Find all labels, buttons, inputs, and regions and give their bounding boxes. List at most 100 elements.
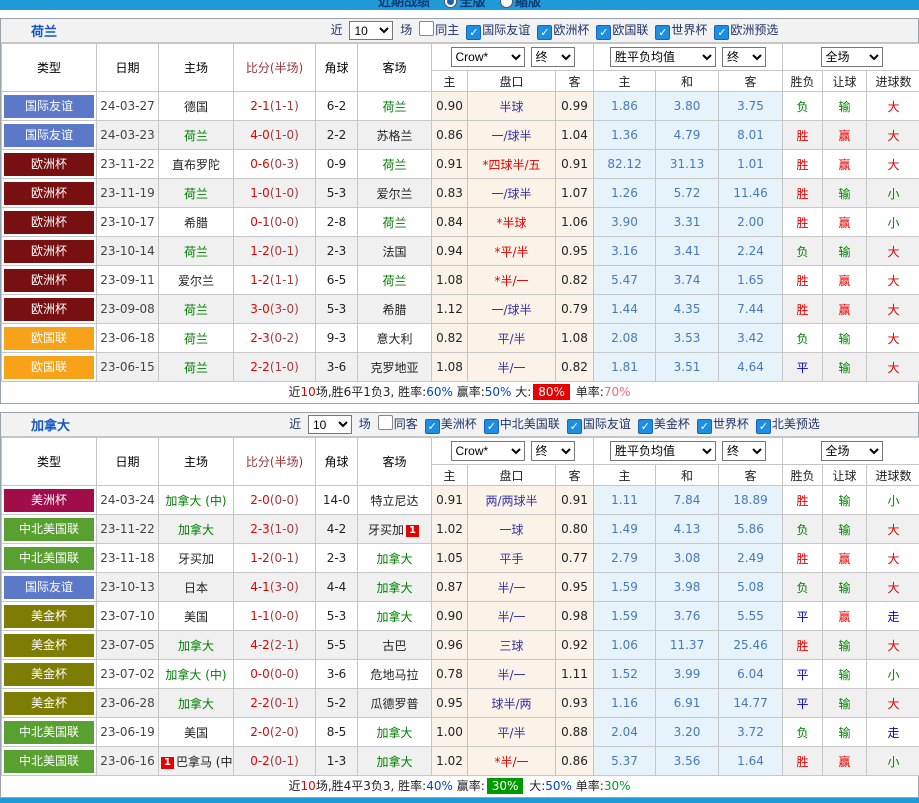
compact-version-radio[interactable] — [500, 0, 513, 8]
cell-away-odds: 1.07 — [556, 179, 594, 208]
cell-competition: 欧国联 — [2, 353, 97, 382]
cell-home-odds: 0.86 — [432, 121, 468, 150]
cell-home-team: 荷兰 — [159, 324, 234, 353]
recent-count-select[interactable]: 10 — [349, 21, 393, 40]
cell-avg-away: 6.04 — [719, 660, 783, 689]
cell-handicap-result: 赢 — [823, 602, 867, 631]
same-venue-checkbox[interactable] — [419, 21, 434, 36]
scope-select[interactable]: 全场 — [821, 441, 883, 461]
cell-avg-home: 3.16 — [594, 237, 656, 266]
team-label: 加拿大 — [178, 639, 214, 653]
sub-handicap-result: 让球 — [823, 465, 867, 486]
team-label: 加拿大 (中) — [165, 668, 226, 682]
cell-away-team: 加拿大 — [358, 602, 432, 631]
cell-date: 24-03-27 — [97, 92, 159, 121]
cell-avg-away: 2.00 — [719, 208, 783, 237]
col-type: 类型 — [2, 438, 97, 486]
summary-part: 50% — [485, 385, 512, 399]
odds-time-select[interactable]: 终 — [531, 47, 575, 67]
cell-competition: 美金杯 — [2, 660, 97, 689]
avg-group-header: 胜平负均值终 — [594, 438, 783, 465]
team-label: 特立尼达 — [370, 494, 418, 508]
section-header: 荷兰近 10 场同主✓国际友谊✓欧洲杯✓欧国联✓世界杯✓欧洲预选 — [1, 19, 918, 43]
competition-checkbox[interactable]: ✓ — [596, 25, 611, 40]
bookmaker-select[interactable]: Crow* — [451, 47, 525, 67]
result-label: 胜 — [797, 552, 809, 566]
competition-checkbox[interactable]: ✓ — [567, 419, 582, 434]
competition-checkbox[interactable]: ✓ — [697, 419, 712, 434]
avg-time-select[interactable]: 终 — [722, 47, 766, 67]
competition-checkbox[interactable]: ✓ — [655, 25, 670, 40]
cell-handicap: 半/一 — [468, 353, 556, 382]
match-row: 国际友谊24-03-27德国2-1(1-1)6-2荷兰0.90半球0.991.8… — [2, 92, 919, 121]
competition-badge: 欧洲杯 — [4, 211, 94, 234]
match-row: 欧洲杯23-09-08荷兰3-0(3-0)5-3希腊1.12一/球半0.791.… — [2, 295, 919, 324]
cell-result: 平 — [783, 660, 823, 689]
near-label: 近 — [289, 417, 305, 431]
cell-competition: 欧洲杯 — [2, 237, 97, 266]
competition-checkbox[interactable]: ✓ — [466, 25, 481, 40]
cell-away-team: 荷兰 — [358, 92, 432, 121]
cell-score: 1-0(1-0) — [234, 179, 316, 208]
sub-avg-draw: 和 — [656, 465, 719, 486]
summary-part: 60% — [426, 385, 453, 399]
match-row: 美金杯23-07-10美国1-1(0-0)5-3加拿大0.90半/一0.981.… — [2, 602, 919, 631]
cell-result: 平 — [783, 353, 823, 382]
odds-time-select[interactable]: 终 — [531, 441, 575, 461]
cell-away-team: 牙买加1 — [358, 515, 432, 544]
competition-checkbox[interactable]: ✓ — [714, 25, 729, 40]
cell-avg-draw: 3.74 — [656, 266, 719, 295]
matches-table: 类型日期主场比分(半场)角球客场Crow*终胜平负均值终全场主盘口客主和客胜负让… — [1, 437, 919, 776]
competition-badge: 美金杯 — [4, 634, 94, 657]
cell-avg-home: 1.86 — [594, 92, 656, 121]
competition-checkbox[interactable]: ✓ — [537, 25, 552, 40]
recent-count-select[interactable]: 10 — [308, 415, 352, 434]
result-label: 胜 — [797, 216, 809, 230]
cell-handicap: 平手 — [468, 544, 556, 573]
cell-corner: 2-2 — [316, 121, 358, 150]
cell-away-odds: 0.82 — [556, 266, 594, 295]
cell-result: 平 — [783, 602, 823, 631]
team-label: 荷兰 — [382, 158, 406, 172]
cell-avg-away: 1.01 — [719, 150, 783, 179]
cell-avg-away: 7.44 — [719, 295, 783, 324]
cell-home-odds: 0.83 — [432, 179, 468, 208]
summary-part: 30% — [487, 778, 524, 794]
team-label: 加拿大 (中) — [165, 494, 226, 508]
competition-checkbox[interactable]: ✓ — [484, 419, 499, 434]
cell-result: 胜 — [783, 544, 823, 573]
cell-date: 23-11-22 — [97, 515, 159, 544]
competition-badge: 国际友谊 — [4, 124, 94, 147]
avg-time-select[interactable]: 终 — [722, 441, 766, 461]
competition-checkbox[interactable]: ✓ — [756, 419, 771, 434]
bookmaker-select[interactable]: Crow* — [451, 441, 525, 461]
competition-checkbox[interactable]: ✓ — [425, 419, 440, 434]
avg-select[interactable]: 胜平负均值 — [610, 47, 716, 67]
cell-home-odds: 1.00 — [432, 718, 468, 747]
cell-corner: 5-5 — [316, 631, 358, 660]
match-row: 国际友谊23-10-13日本4-1(3-0)4-4加拿大0.87半/一0.951… — [2, 573, 919, 602]
match-row: 欧洲杯23-11-19荷兰1-0(1-0)5-3爱尔兰0.83一/球半1.071… — [2, 179, 919, 208]
fulltime-score: 1-2 — [250, 273, 270, 287]
result-label: 负 — [797, 523, 809, 537]
col-home: 主场 — [159, 44, 234, 92]
cell-competition: 欧国联 — [2, 324, 97, 353]
summary-part: 赢率: — [453, 779, 485, 793]
sub-handicap: 盘口 — [468, 465, 556, 486]
full-version-radio[interactable] — [444, 0, 457, 8]
top-toolbar: 近期战绩 全版 缩版 — [0, 0, 919, 10]
avg-select[interactable]: 胜平负均值 — [610, 441, 716, 461]
same-venue-checkbox[interactable] — [378, 415, 393, 430]
competition-checkbox[interactable]: ✓ — [638, 419, 653, 434]
cell-avg-draw: 4.35 — [656, 295, 719, 324]
sub-goals: 进球数 — [867, 465, 919, 486]
result-label: 大 — [888, 552, 900, 566]
result-label: 负 — [797, 100, 809, 114]
fulltime-score: 0-0 — [250, 667, 270, 681]
scope-select[interactable]: 全场 — [821, 47, 883, 67]
sub-avg-draw: 和 — [656, 71, 719, 92]
cell-home-team: 荷兰 — [159, 353, 234, 382]
cell-corner: 3-6 — [316, 353, 358, 382]
cell-result: 负 — [783, 718, 823, 747]
team-label: 希腊 — [382, 303, 406, 317]
